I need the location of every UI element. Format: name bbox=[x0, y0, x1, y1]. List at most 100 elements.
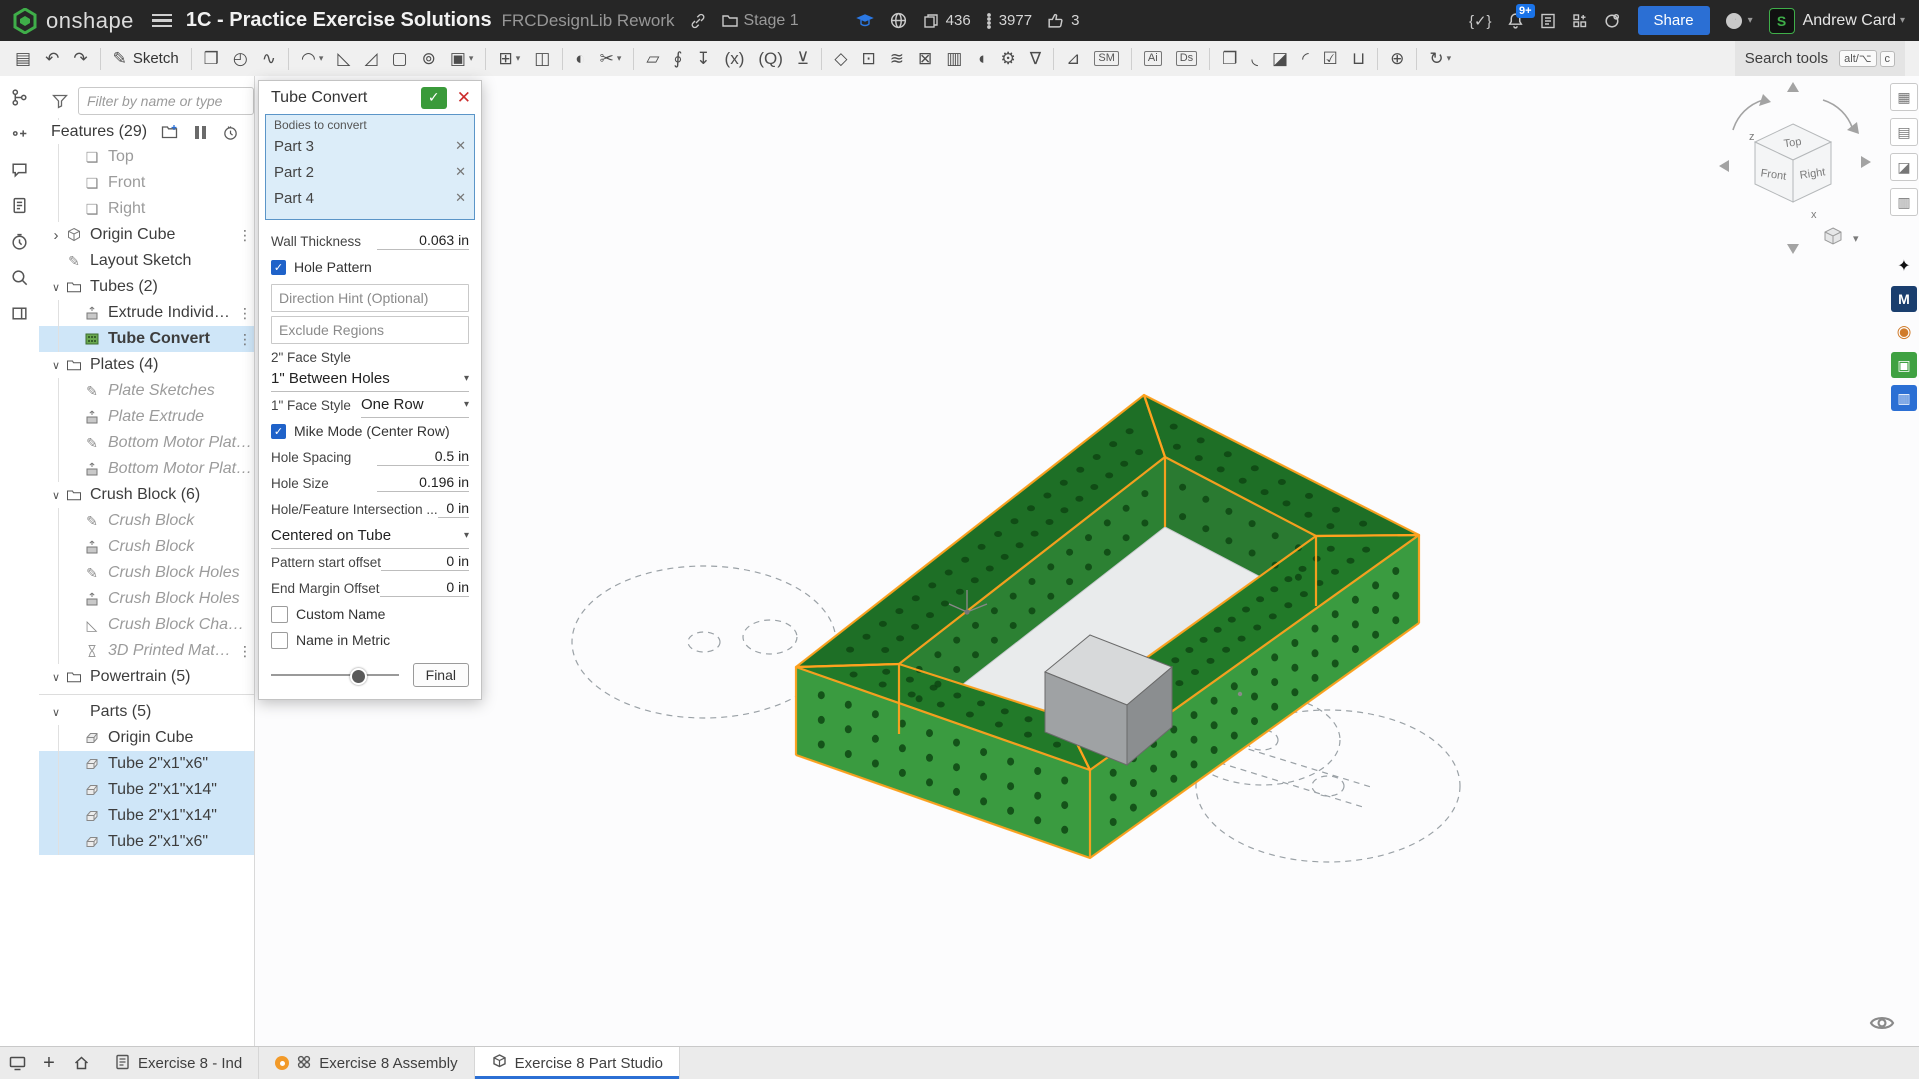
toolbar-u-profile-button[interactable]: ⊔ bbox=[1345, 48, 1372, 69]
toolbar-filter-tool-button[interactable]: ∇ bbox=[1023, 48, 1048, 69]
dialog-accept-button[interactable]: ✓ bbox=[421, 87, 447, 109]
dropdown-1-between-holes[interactable]: 1" Between Holes▾ bbox=[271, 365, 469, 392]
feature-row-parts-5[interactable]: ∨Parts (5) bbox=[39, 699, 254, 725]
help-icon[interactable]: ? bbox=[1724, 11, 1744, 31]
right-rail-panel-grid-icon[interactable]: ▦ bbox=[1890, 83, 1918, 111]
checkbox-icon[interactable] bbox=[271, 632, 288, 649]
rotate-right-arrow[interactable] bbox=[1861, 156, 1871, 168]
dropdown-centered-on-tube[interactable]: Centered on Tube▾ bbox=[271, 522, 469, 549]
help-caret-icon[interactable]: ▾ bbox=[1748, 15, 1753, 26]
tab-exercise-8-part-studio[interactable]: Exercise 8 Part Studio bbox=[475, 1047, 680, 1079]
share-button[interactable]: Share bbox=[1638, 6, 1710, 35]
toolbar-split-button[interactable]: ✂▾ bbox=[593, 48, 629, 69]
checkbox-custom-name[interactable]: Custom Name bbox=[271, 601, 469, 627]
caret-open-icon[interactable]: ∨ bbox=[48, 281, 64, 294]
input-exclude-regions[interactable]: Exclude Regions bbox=[271, 316, 469, 344]
notifications-bell-icon[interactable]: 9+ bbox=[1506, 11, 1525, 30]
dropdown-one-row[interactable]: One Row▾ bbox=[361, 393, 469, 418]
linear-pattern-caret-icon[interactable]: ▾ bbox=[516, 53, 521, 64]
toolbar-curve-button[interactable]: ≋ bbox=[883, 48, 911, 69]
field-value-input[interactable]: 0.5 in bbox=[377, 448, 469, 466]
checkbox-name-in-metric[interactable]: Name in Metric bbox=[271, 627, 469, 653]
remove-body-icon[interactable]: ✕ bbox=[455, 138, 466, 154]
left-rail-panels-icon[interactable] bbox=[5, 298, 35, 328]
toolbar-variable-button[interactable]: (x) bbox=[718, 48, 752, 69]
home-tab-icon[interactable] bbox=[64, 1047, 98, 1079]
toolbar-bend-button[interactable]: ◟ bbox=[1244, 48, 1265, 69]
checkbox-icon[interactable] bbox=[271, 606, 288, 623]
feature-row-bottom-motor-plate-ext[interactable]: Bottom Motor Plate Ext... bbox=[39, 456, 254, 482]
toolbar-feature-list-toggle-button[interactable]: ▤ bbox=[8, 48, 38, 69]
toolbar-undo-button[interactable]: ↶ bbox=[38, 48, 66, 69]
left-rail-insert-icon[interactable] bbox=[5, 118, 35, 148]
toolbar-plane-button[interactable]: ▱ bbox=[639, 48, 666, 69]
toolbar-fillet-button[interactable]: ◠▾ bbox=[294, 48, 330, 69]
feature-menu-icon[interactable]: ⋮ bbox=[236, 331, 254, 348]
tab-exercise-8-assembly[interactable]: Exercise 8 Assembly bbox=[259, 1047, 474, 1079]
rotate-cw-icon[interactable] bbox=[1823, 100, 1853, 130]
filter-funnel-icon[interactable] bbox=[51, 92, 69, 110]
toolbar-primitive-button[interactable]: ◇ bbox=[827, 48, 854, 69]
field-value-input[interactable]: 0 in bbox=[380, 579, 469, 597]
user-avatar[interactable]: S bbox=[1769, 8, 1795, 34]
caret-open-icon[interactable]: ∨ bbox=[48, 489, 64, 502]
caret-open-icon[interactable]: ∨ bbox=[48, 671, 64, 684]
toolbar-derive-button[interactable]: ❐ bbox=[1215, 48, 1244, 69]
link-icon[interactable] bbox=[689, 12, 707, 30]
feature-row-plate-sketches[interactable]: ✎Plate Sketches bbox=[39, 378, 254, 404]
feature-row-origin-cube[interactable]: ›Origin Cube⋮ bbox=[39, 222, 254, 248]
feature-row-front[interactable]: ❏Front bbox=[39, 170, 254, 196]
remove-body-icon[interactable]: ✕ bbox=[455, 190, 466, 206]
sketch-point[interactable] bbox=[1238, 692, 1242, 696]
ai-advisor-icon[interactable] bbox=[1603, 11, 1622, 30]
feature-row-layout-sketch[interactable]: ✎Layout Sketch bbox=[39, 248, 254, 274]
body-item-part-2[interactable]: Part 2✕ bbox=[266, 159, 474, 185]
final-button[interactable]: Final bbox=[413, 663, 469, 687]
toolbar-thicken-button[interactable]: ▣▾ bbox=[443, 48, 481, 69]
toolbar-redo-button[interactable]: ↷ bbox=[66, 48, 94, 69]
field-value-input[interactable]: 0.196 in bbox=[377, 474, 469, 492]
caret-open-icon[interactable]: ∨ bbox=[48, 359, 64, 372]
toolbar-import-button[interactable]: ↧ bbox=[689, 48, 717, 69]
thicken-caret-icon[interactable]: ▾ bbox=[469, 53, 474, 64]
feature-row-right[interactable]: ❏Right bbox=[39, 196, 254, 222]
feature-row-3d-printed-mater[interactable]: 3D Printed Mater...⋮ bbox=[39, 638, 254, 664]
feature-row-bottom-motor-plate-ske[interactable]: ✎Bottom Motor Plate Ske... bbox=[39, 430, 254, 456]
user-name[interactable]: Andrew Card bbox=[1803, 12, 1896, 30]
field-value-input[interactable]: 0 in bbox=[438, 500, 469, 518]
feature-row-crush-block-holes[interactable]: ✎Crush Block Holes bbox=[39, 560, 254, 586]
toolbar-validate-button[interactable]: ☑ bbox=[1316, 48, 1345, 69]
toolbar-mate-connector-button[interactable]: ⊻ bbox=[790, 48, 816, 69]
view-only-eye-icon[interactable] bbox=[1867, 1012, 1897, 1039]
fillet-caret-icon[interactable]: ▾ bbox=[319, 53, 324, 64]
checkbox-hole-pattern[interactable]: ✓Hole Pattern bbox=[271, 254, 469, 280]
feature-menu-icon[interactable]: ⋮ bbox=[236, 227, 254, 244]
input-direction-hint-optional-[interactable]: Direction Hint (Optional) bbox=[271, 284, 469, 312]
toolbar-draft-button[interactable]: ◿ bbox=[357, 48, 384, 69]
feature-row-crush-block-chamfer[interactable]: ◺Crush Block Chamfer bbox=[39, 612, 254, 638]
tab-exercise-8-ind[interactable]: Exercise 8 - Ind bbox=[98, 1047, 259, 1079]
app-store-icon[interactable] bbox=[1571, 12, 1589, 30]
right-rail-panel-section-icon[interactable]: ◪ bbox=[1890, 153, 1918, 181]
slider-handle[interactable] bbox=[350, 668, 367, 685]
body-item-part-5[interactable]: Part 5✕ bbox=[266, 211, 474, 220]
workspace-folder-icon[interactable] bbox=[721, 12, 739, 30]
feature-row-crush-block-holes[interactable]: Crush Block Holes bbox=[39, 586, 254, 612]
bodies-to-convert-list[interactable]: Bodies to convert Part 3✕Part 2✕Part 4✕P… bbox=[265, 114, 475, 220]
featurescript-check-icon[interactable]: {✓} bbox=[1469, 12, 1492, 30]
toolbar-boolean-button[interactable]: ◐ bbox=[568, 48, 592, 69]
right-rail-extension-color-icon[interactable]: ◉ bbox=[1891, 319, 1917, 345]
toolbar-featurescript-search-button[interactable]: (Q) bbox=[751, 48, 790, 69]
rotate-down-arrow[interactable] bbox=[1787, 244, 1799, 254]
toolbar-shell-button[interactable]: ▢ bbox=[385, 48, 415, 69]
feature-row-crush-block[interactable]: Crush Block bbox=[39, 534, 254, 560]
feature-row-crush-block[interactable]: ✎Crush Block bbox=[39, 508, 254, 534]
toolbar-sheet-button[interactable]: ▥ bbox=[939, 48, 969, 69]
checkbox-icon[interactable]: ✓ bbox=[271, 260, 286, 275]
public-globe-icon[interactable] bbox=[889, 11, 908, 30]
view-cube-menu-icon[interactable]: ▾ bbox=[1825, 228, 1859, 245]
right-rail-extension-columns-icon[interactable]: ▥ bbox=[1891, 385, 1917, 411]
toolbar-measure-button[interactable]: ⊿ bbox=[1059, 48, 1087, 69]
left-rail-version-graph-icon[interactable] bbox=[5, 82, 35, 112]
left-rail-history-icon[interactable] bbox=[5, 226, 35, 256]
